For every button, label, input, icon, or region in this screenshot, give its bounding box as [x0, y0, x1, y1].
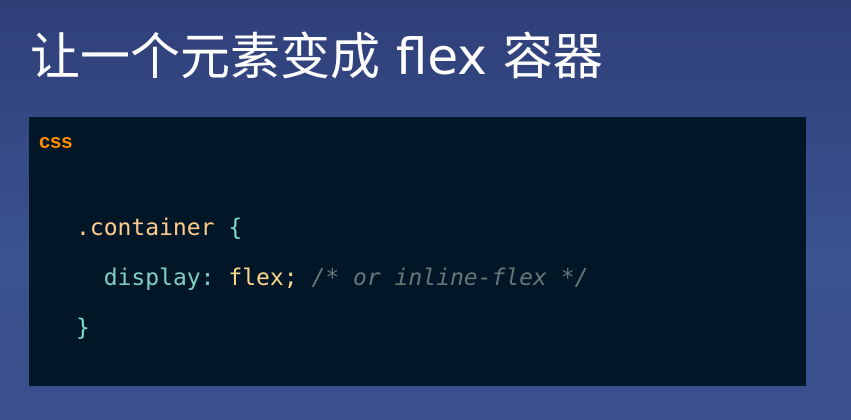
code-content: .container { display: flex; /* or inline… — [76, 203, 588, 353]
code-property: display — [103, 265, 201, 291]
code-language-label: css — [39, 131, 73, 153]
code-block: css .container { display: flex; /* or in… — [29, 117, 806, 386]
close-brace: } — [76, 315, 90, 341]
semicolon: ; — [283, 265, 298, 291]
open-brace: { — [228, 215, 243, 241]
code-value: flex — [228, 265, 284, 291]
code-comment: /* or inline-flex */ — [311, 265, 589, 291]
code-selector: .container — [76, 215, 215, 241]
slide-title: 让一个元素变成 flex 容器 — [30, 28, 603, 86]
colon: : — [200, 265, 215, 291]
